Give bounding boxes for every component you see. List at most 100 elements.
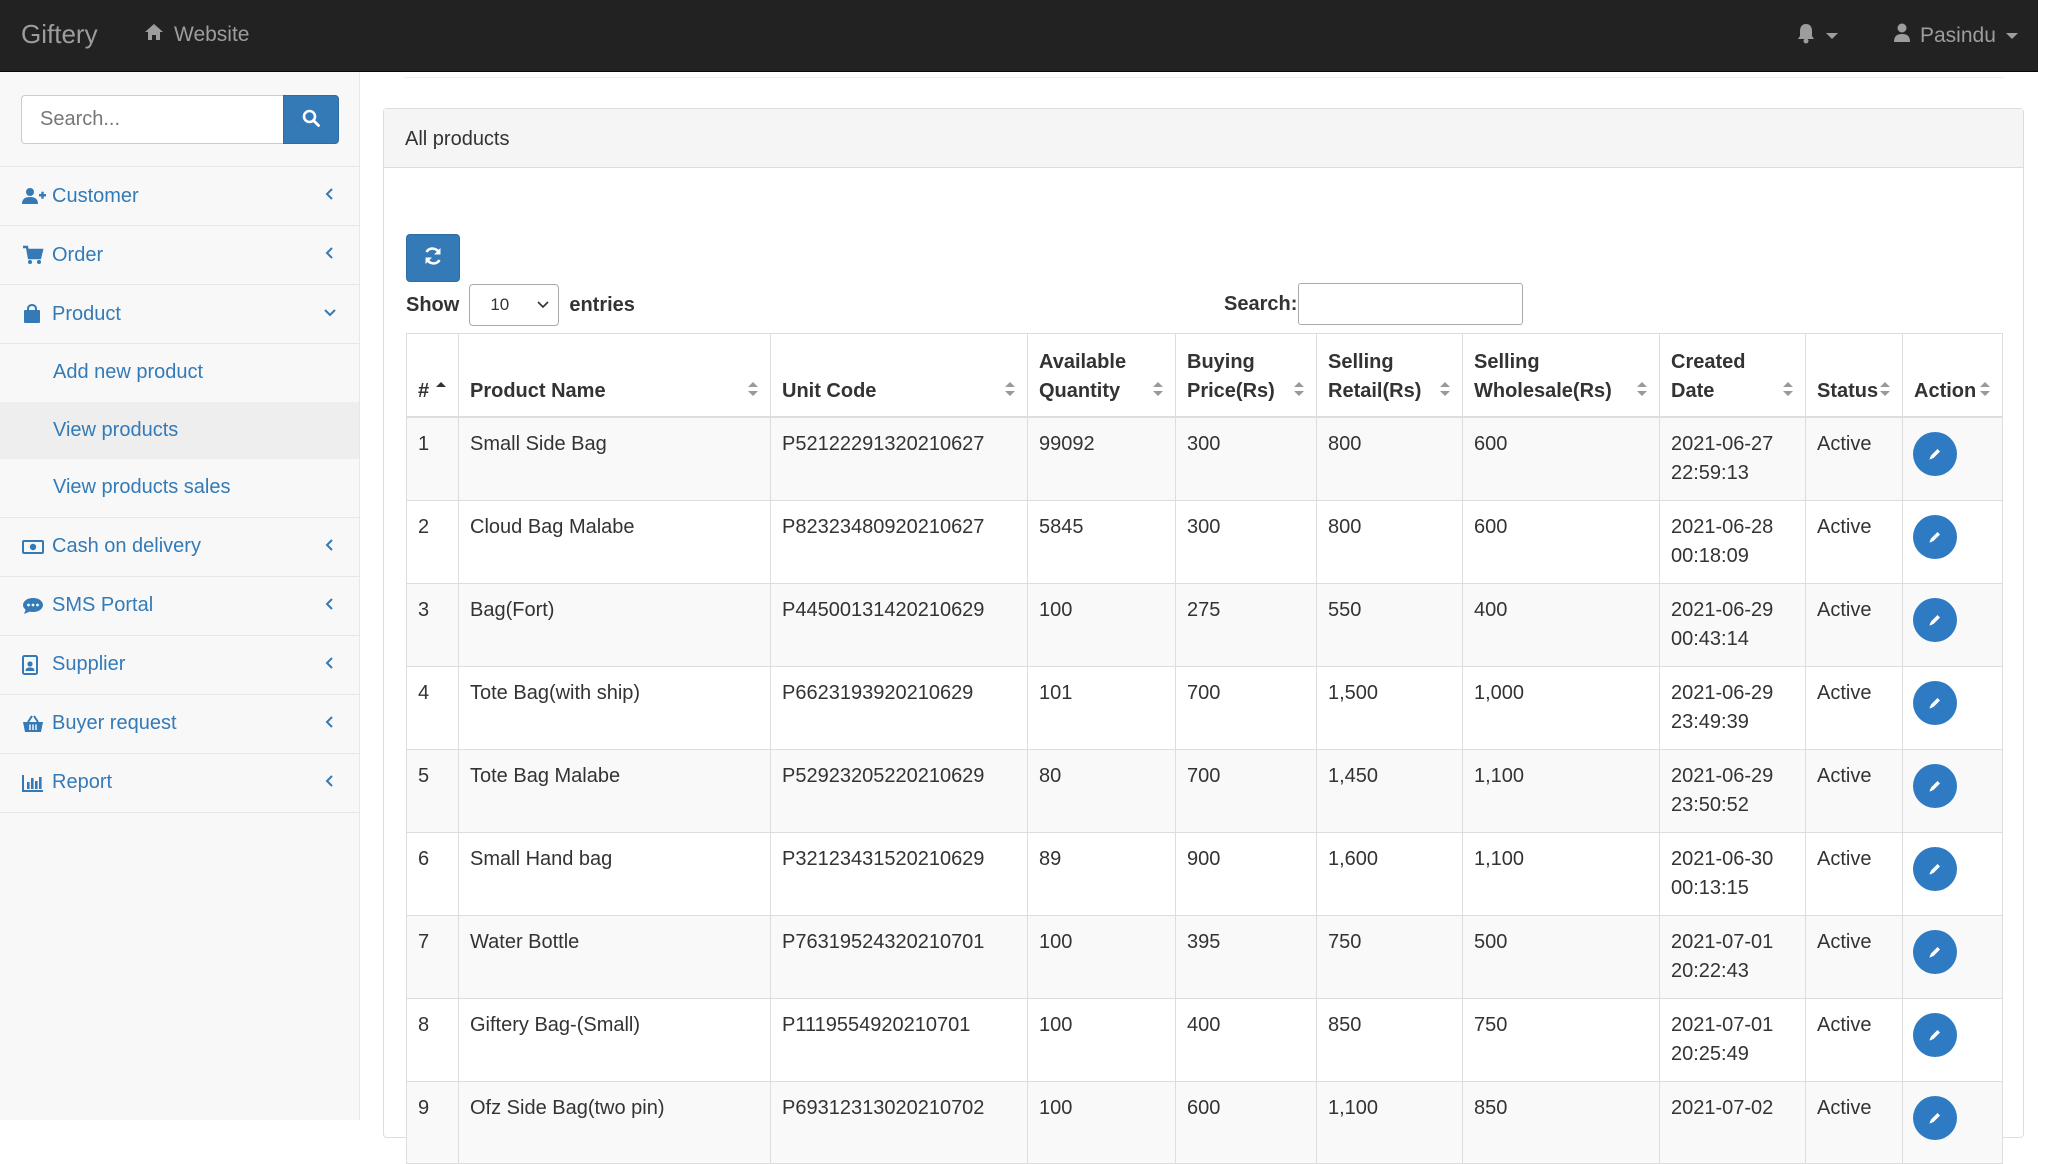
sidebar-search-input[interactable] [21, 95, 283, 144]
page-scrollbar[interactable] [2038, 0, 2048, 1120]
sidebar-search-button[interactable] [283, 95, 339, 144]
column-header-unit-code[interactable]: Unit Code [770, 333, 1028, 418]
column-header-available-quantity[interactable]: Available Quantity [1027, 333, 1176, 418]
cell-selling-retail: 550 [1316, 582, 1463, 667]
column-header-label: Selling Wholesale(Rs) [1474, 350, 1612, 402]
sidebar-item-customer[interactable]: Customer [0, 167, 359, 226]
cell-action [1902, 499, 2003, 584]
sort-icon [748, 381, 758, 396]
sidebar-item-label: Product [52, 302, 121, 325]
edit-product-button[interactable] [1913, 431, 1957, 476]
sidebar-item-report[interactable]: Report [0, 754, 359, 813]
cell-available-quantity: 99092 [1027, 416, 1176, 501]
column-header-number[interactable]: # [406, 333, 459, 418]
cell-action [1902, 997, 2003, 1082]
column-header-label: Selling Retail(Rs) [1328, 350, 1422, 402]
cell-available-quantity: 100 [1027, 582, 1176, 667]
website-link[interactable]: Website [144, 23, 249, 47]
column-header-created-date[interactable]: Created Date [1659, 333, 1806, 418]
table-header-row: # Product Name Unit Code Available Quant… [406, 333, 2003, 418]
chevron-down-icon [2005, 33, 2018, 39]
cell-selling-wholesale: 400 [1462, 582, 1660, 667]
brand-logo[interactable]: Giftery [21, 19, 98, 50]
cell-action [1902, 748, 2003, 833]
sidebar-item-buyer-request[interactable]: Buyer request [0, 695, 359, 754]
column-header-buying-price[interactable]: Buying Price(Rs) [1175, 333, 1317, 418]
cell-product-name: Small Hand bag [458, 831, 771, 916]
cell-number: 7 [406, 914, 459, 999]
edit-product-button[interactable] [1913, 514, 1957, 559]
cell-unit-code: P1119554920210701 [770, 997, 1028, 1082]
cell-status: Active [1805, 499, 1903, 584]
cell-created-date: 2021-07-02 [1659, 1080, 1806, 1164]
cell-created-date: 2021-06-30 00:13:15 [1659, 831, 1806, 916]
column-header-selling-retail[interactable]: Selling Retail(Rs) [1316, 333, 1463, 418]
edit-product-button[interactable] [1913, 1012, 1957, 1057]
cell-available-quantity: 101 [1027, 665, 1176, 750]
table-search-input[interactable] [1298, 283, 1524, 325]
created-date-day: 2021-07-01 [1671, 930, 1774, 953]
user-icon [1894, 23, 1910, 49]
sort-icon [1880, 381, 1890, 396]
refresh-button[interactable] [406, 234, 460, 282]
sort-icon [1294, 381, 1304, 396]
cell-action [1902, 914, 2003, 999]
sidebar-item-product[interactable]: Product [0, 285, 359, 344]
cell-buying-price: 400 [1175, 997, 1317, 1082]
column-header-product-name[interactable]: Product Name [458, 333, 771, 418]
cell-product-name: Giftery Bag-(Small) [458, 997, 771, 1082]
chevron-left-icon [325, 774, 333, 787]
edit-product-button[interactable] [1913, 763, 1957, 808]
pencil-icon [1927, 861, 1943, 877]
cell-buying-price: 395 [1175, 914, 1317, 999]
page-length-value: 10 [490, 295, 510, 314]
chevron-left-icon [325, 188, 333, 200]
cell-created-date: 2021-06-27 22:59:13 [1659, 416, 1806, 501]
created-date-time: 00:43:14 [1671, 627, 1749, 650]
chevron-down-icon [537, 301, 549, 309]
sidebar-subitem-view-products-sales[interactable]: View products sales [0, 459, 359, 517]
page-length-control: Show 10 entries [406, 284, 635, 326]
cell-available-quantity: 5845 [1027, 499, 1176, 584]
bar-chart-icon [22, 771, 46, 795]
cell-available-quantity: 89 [1027, 831, 1176, 916]
panel-title: All products [384, 109, 2023, 168]
sidebar-item-order[interactable]: Order [0, 226, 359, 285]
table-row: 3 Bag(Fort) P44500131420210629 100 275 550 400… [406, 582, 2003, 667]
sidebar-subitem-add-new-product[interactable]: Add new product [0, 344, 359, 402]
cell-buying-price: 275 [1175, 582, 1317, 667]
sidebar-item-sms-portal[interactable]: SMS Portal [0, 577, 359, 636]
money-icon [22, 535, 46, 559]
edit-product-button[interactable] [1913, 929, 1957, 974]
cell-action [1902, 582, 2003, 667]
edit-product-button[interactable] [1913, 846, 1957, 891]
website-link-label: Website [174, 23, 250, 46]
edit-product-button[interactable] [1913, 680, 1957, 725]
shopping-bag-icon [22, 302, 46, 326]
cell-created-date: 2021-07-01 20:22:43 [1659, 914, 1806, 999]
cell-selling-wholesale: 1,000 [1462, 665, 1660, 750]
cell-selling-retail: 1,600 [1316, 831, 1463, 916]
column-header-selling-wholesale[interactable]: Selling Wholesale(Rs) [1462, 333, 1660, 418]
cell-product-name: Tote Bag Malabe [458, 748, 771, 833]
column-header-label: Product Name [470, 379, 606, 402]
chevron-left-icon [325, 538, 333, 551]
cell-status: Active [1805, 416, 1903, 501]
cell-number: 5 [406, 748, 459, 833]
cell-status: Active [1805, 665, 1903, 750]
sidebar-menu: Customer Order Product Add new product V… [0, 166, 359, 813]
column-header-status[interactable]: Status [1805, 333, 1903, 418]
sidebar-item-cash-on-delivery[interactable]: Cash on delivery [0, 518, 359, 577]
column-header-label: Available Quantity [1039, 350, 1127, 402]
sidebar-item-supplier[interactable]: Supplier [0, 636, 359, 695]
sidebar-search [21, 95, 339, 144]
sidebar-subitem-view-products[interactable]: View products [0, 401, 359, 459]
page-length-select[interactable]: 10 [469, 284, 560, 326]
column-header-action[interactable]: Action [1902, 333, 2003, 418]
notifications-dropdown[interactable] [1796, 22, 1838, 49]
user-menu-dropdown[interactable]: Pasindu [1894, 23, 2018, 49]
sort-icon [1783, 381, 1793, 396]
edit-product-button[interactable] [1913, 1095, 1957, 1140]
edit-product-button[interactable] [1913, 597, 1957, 642]
cell-buying-price: 600 [1175, 1080, 1317, 1164]
